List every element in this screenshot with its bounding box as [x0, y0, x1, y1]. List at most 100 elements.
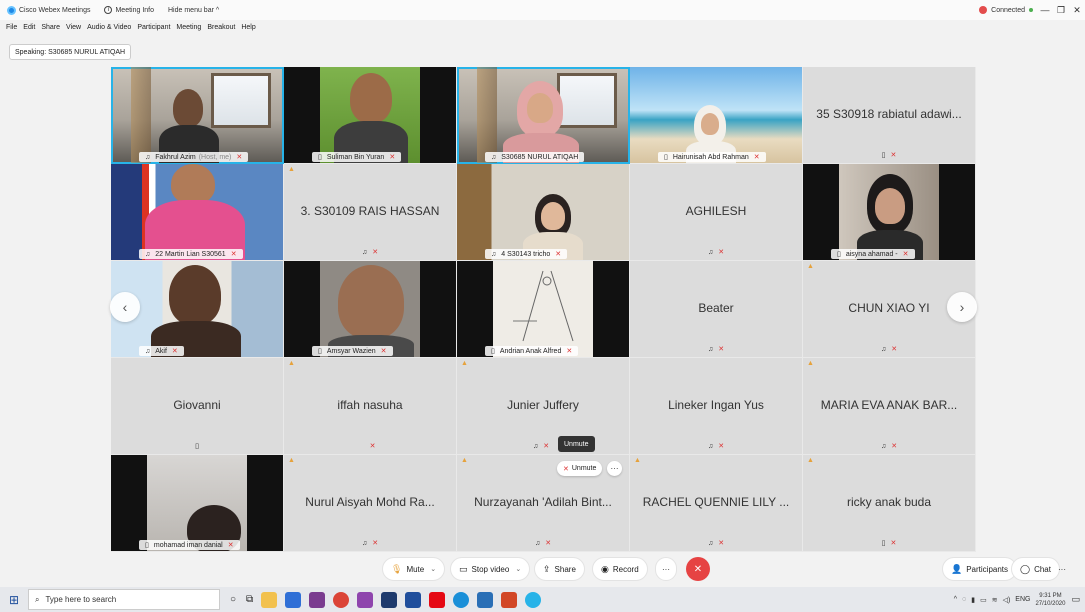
participant-status: ♫ ✕ — [803, 442, 975, 450]
participant-tile[interactable]: ♫ 22 Martin Lian S30561 ✕ — [111, 164, 284, 261]
warning-icon: ▲ — [288, 360, 295, 367]
participant-tile[interactable]: ▲ MARIA EVA ANAK BAR... ♫ ✕ — [803, 358, 976, 455]
participant-name-label: ▯ aisyna ahamad - ✕ — [831, 249, 915, 259]
participant-tile[interactable]: ▯ aisyna ahamad - ✕ — [803, 164, 976, 261]
participant-tile[interactable]: ▲ Junier Juffery ♫ ✕ — [457, 358, 630, 455]
menu-breakout[interactable]: Breakout — [207, 24, 235, 31]
participant-more-button[interactable]: ··· — [607, 461, 622, 476]
windows-start-icon[interactable]: ⊞ — [0, 593, 28, 607]
participant-tile[interactable]: ▯ mohamad iman danial ✕ — [111, 455, 284, 552]
task-view-icon[interactable]: ⧉ — [246, 594, 253, 605]
chrome-icon[interactable] — [333, 591, 350, 608]
edge-icon[interactable] — [453, 591, 470, 608]
next-page-button[interactable]: › — [947, 292, 977, 322]
participant-tile[interactable]: Lineker Ingan Yus ♫ ✕ — [630, 358, 803, 455]
participant-tile[interactable]: ♫ 4 S30143 tricho ✕ — [457, 164, 630, 261]
participants-icon: 👤 — [951, 563, 963, 574]
close-button[interactable]: ✕ — [1069, 5, 1085, 16]
participant-tile[interactable]: ▯ Amsyar Wazien ✕ — [284, 261, 457, 358]
unmute-tooltip: Unmute — [558, 436, 595, 452]
participant-name: AGHILESH — [685, 204, 747, 218]
chevron-up-icon[interactable]: ^ — [954, 596, 957, 603]
participant-tile[interactable]: Beater ♫ ✕ — [630, 261, 803, 358]
wifi-icon[interactable]: ≋ — [992, 596, 998, 604]
menu-edit[interactable]: Edit — [23, 24, 35, 31]
menu-audio-video[interactable]: Audio & Video — [87, 24, 131, 31]
minimize-button[interactable]: — — [1037, 5, 1053, 15]
end-meeting-button[interactable]: ✕ — [686, 557, 710, 581]
share-button[interactable]: ⇪ Share — [534, 557, 585, 581]
app-icon[interactable] — [381, 591, 398, 608]
connection-status: Connected — [991, 6, 1025, 14]
netflix-icon[interactable] — [429, 591, 446, 608]
app-icon[interactable] — [309, 591, 326, 608]
unmute-participant-button[interactable]: ✕ Unmute — [557, 461, 603, 476]
overflow-menu-button[interactable]: ··· — [1053, 557, 1071, 581]
file-explorer-icon[interactable] — [261, 591, 278, 608]
participant-status: ✕ — [284, 442, 456, 450]
clock[interactable]: 9:31 PM 27/10/2020 — [1035, 592, 1065, 608]
menu-view[interactable]: View — [66, 24, 81, 31]
participant-tile[interactable]: ♫ Fakhrul Azim (Host, me) ✕ — [111, 67, 284, 164]
participant-tile[interactable]: ▲ RACHEL QUENNIE LILY ... ♫ ✕ — [630, 455, 803, 552]
participant-video — [111, 164, 283, 260]
participants-button[interactable]: 👤 Participants — [942, 557, 1018, 581]
menu-share[interactable]: Share — [41, 24, 60, 31]
participant-tile[interactable]: ▯ Andrian Anak Alfred ✕ — [457, 261, 630, 358]
phone-icon: ▯ — [318, 154, 322, 161]
participant-status: ♫ ✕ — [457, 442, 629, 450]
photos-icon[interactable] — [477, 591, 494, 608]
microphone-tray-icon[interactable]: ▮ — [971, 596, 975, 604]
participant-tile[interactable]: ▲ Nurul Aisyah Mohd Ra... ♫ ✕ — [284, 455, 457, 552]
hide-menu-bar-button[interactable]: Hide menu bar ^ — [168, 7, 219, 14]
muted-mic-icon: ✕ — [372, 249, 379, 256]
participant-status: ♫ ✕ — [457, 539, 629, 547]
record-button[interactable]: ◉ Record — [592, 557, 648, 581]
audio-icon: ♫ — [491, 250, 497, 258]
participant-status: ♫ ✕ — [630, 345, 802, 353]
taskbar-search-input[interactable]: ⌕ Type here to search — [28, 589, 220, 610]
network-icon[interactable]: ◌ — [962, 596, 966, 603]
participant-tile[interactable]: ▯ Suliman Bin Yuran ✕ — [284, 67, 457, 164]
powerpoint-icon[interactable] — [501, 591, 518, 608]
notification-icon[interactable]: ▭ — [1071, 594, 1080, 605]
menu-participant[interactable]: Participant — [137, 24, 170, 31]
battery-icon[interactable]: ▭ — [980, 596, 987, 604]
muted-mic-icon: ✕ — [227, 542, 234, 549]
participant-tile[interactable]: ♫ S30685 NURUL ATIQAH — [457, 67, 630, 164]
meeting-info-button[interactable]: i Meeting Info — [104, 6, 154, 14]
chevron-left-icon: ‹ — [122, 299, 128, 315]
menu-meeting[interactable]: Meeting — [176, 24, 201, 31]
participant-status: ▯ ✕ — [803, 539, 975, 547]
previous-page-button[interactable]: ‹ — [110, 292, 140, 322]
stop-video-button[interactable]: ▭ Stop video ⌄ — [450, 557, 531, 581]
menu-file[interactable]: File — [6, 24, 17, 31]
chevron-down-icon[interactable]: ⌄ — [515, 565, 521, 573]
participant-tile[interactable]: ▲ iffah nasuha ✕ — [284, 358, 457, 455]
participant-tile[interactable]: ▲ ricky anak buda ▯ ✕ — [803, 455, 976, 552]
mail-icon[interactable] — [285, 591, 302, 608]
mute-button[interactable]: 🎙 Mute ⌄ — [382, 557, 446, 581]
participant-tile[interactable]: 35 S30918 rabiatul adawi... ▯ ✕ — [803, 67, 976, 164]
language-indicator[interactable]: ENG — [1015, 596, 1030, 603]
participant-tile[interactable]: Giovanni ▯ — [111, 358, 284, 455]
onenote-icon[interactable] — [357, 591, 374, 608]
system-tray: ^ ◌ ▮ ▭ ≋ ◁) ENG 9:31 PM 27/10/2020 ▭ — [954, 587, 1085, 612]
volume-icon[interactable]: ◁) — [1003, 596, 1011, 604]
participant-tile[interactable]: ▲ Nurzayanah 'Adilah Bint... ♫ ✕ — [457, 455, 630, 552]
participant-tile[interactable]: ▲ 3. S30109 RAIS HASSAN ♫ ✕ — [284, 164, 457, 261]
more-options-button[interactable]: ··· — [655, 557, 677, 581]
participant-name: Nurul Aisyah Mohd Ra... — [305, 495, 435, 509]
webex-taskbar-icon[interactable] — [525, 591, 542, 608]
phone-icon: ▯ — [881, 152, 886, 159]
cortana-icon[interactable]: ○ — [230, 594, 236, 605]
menu-help[interactable]: Help — [241, 24, 255, 31]
active-speaker-indicator: Speaking: S30685 NURUL ATIQAH — [9, 44, 132, 60]
restore-button[interactable]: ❐ — [1053, 5, 1069, 16]
participant-tile[interactable]: ▯ Hairunisah Abd Rahman ✕ — [630, 67, 803, 164]
chevron-down-icon[interactable]: ⌄ — [430, 565, 436, 573]
muted-mic-icon: ✕ — [236, 154, 243, 161]
participant-tile[interactable]: AGHILESH ♫ ✕ — [630, 164, 803, 261]
participant-name-label: ▯ mohamad iman danial ✕ — [139, 540, 240, 550]
word-icon[interactable] — [405, 591, 422, 608]
